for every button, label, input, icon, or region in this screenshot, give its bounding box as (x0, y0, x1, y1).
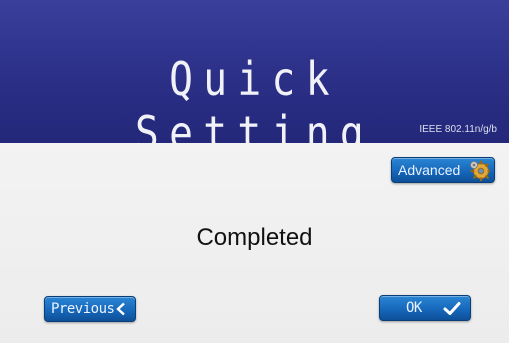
chevron-left-icon (115, 302, 127, 316)
header-banner: Quick Setting IEEE 802.11n/g/b (0, 0, 509, 160)
advanced-button[interactable]: Advanced (391, 157, 495, 183)
advanced-button-label: Advanced (398, 162, 461, 178)
ok-button[interactable]: OK (379, 295, 471, 321)
wireless-standard-label: IEEE 802.11n/g/b (419, 124, 497, 135)
previous-button[interactable]: Previous (44, 296, 136, 322)
checkmark-icon (443, 301, 461, 316)
status-message: Completed (196, 224, 313, 251)
gear-icon (468, 159, 492, 182)
previous-button-label: Previous (51, 301, 115, 317)
ok-button-label: OK (406, 300, 422, 316)
bottom-edge (0, 343, 509, 349)
